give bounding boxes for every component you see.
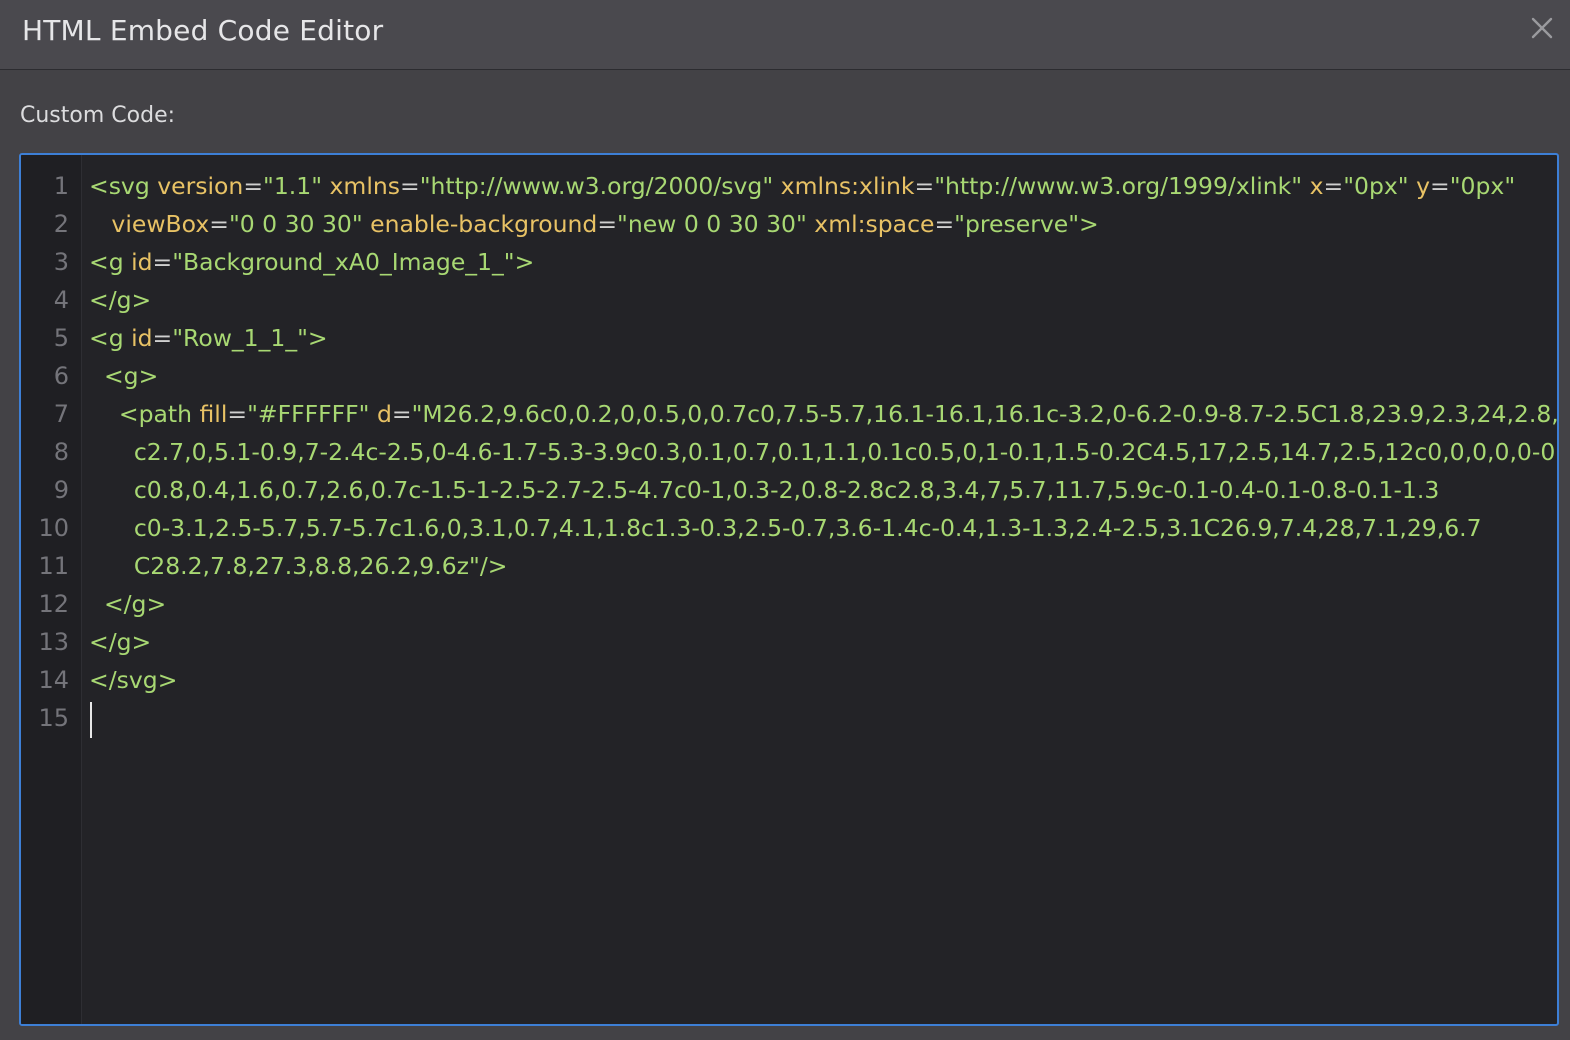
embed-code-dialog: HTML Embed Code Editor Custom Code: 1234… [0, 0, 1570, 1040]
code-line[interactable]: c0.8,0.4,1.6,0.7,2.6,0.7c-1.5-1-2.5-2.7-… [89, 471, 1557, 509]
text-cursor [90, 701, 92, 738]
line-number: 7 [53, 400, 69, 428]
code-line[interactable]: </g> [89, 585, 1557, 623]
line-number: 2 [53, 210, 69, 238]
code-line[interactable]: <g id="Row_1_1_"> [89, 319, 1557, 357]
code-line[interactable]: <path fill="#FFFFFF" d="M26.2,9.6c0,0.2,… [89, 395, 1557, 433]
line-number: 11 [38, 552, 69, 580]
code-line[interactable]: c0-3.1,2.5-5.7,5.7-5.7c1.6,0,3.1,0.7,4.1… [89, 509, 1557, 547]
line-number: 12 [38, 590, 69, 618]
line-number: 15 [38, 704, 69, 732]
line-number: 13 [38, 628, 69, 656]
code-content[interactable]: <svg version="1.1" xmlns="http://www.w3.… [89, 167, 1557, 738]
code-line[interactable]: C28.2,7.8,27.3,8.8,26.2,9.6z"/> [89, 547, 1557, 585]
close-button[interactable] [1528, 14, 1556, 42]
line-number: 14 [38, 666, 69, 694]
close-icon [1531, 17, 1553, 39]
custom-code-label: Custom Code: [20, 103, 176, 128]
line-number: 5 [53, 324, 69, 352]
line-number-gutter: 1 2 3 4 5 6 7 8 9 10 11 12 13 14 15 [21, 155, 82, 1024]
code-editor[interactable]: 1 2 3 4 5 6 7 8 9 10 11 12 13 14 15 <svg version="1.1"… [19, 153, 1559, 1026]
line-number: 10 [38, 514, 69, 542]
line-number: 1 [53, 172, 69, 200]
line-number: 8 [53, 438, 69, 466]
code-line[interactable]: </svg> [89, 661, 1557, 699]
line-number: 3 [53, 248, 69, 276]
dialog-titlebar: HTML Embed Code Editor [0, 0, 1570, 70]
code-line[interactable]: </g> [89, 281, 1557, 319]
line-number: 6 [53, 362, 69, 390]
code-line[interactable] [89, 699, 1557, 738]
code-line[interactable]: </g> [89, 623, 1557, 661]
line-number: 4 [53, 286, 69, 314]
code-line[interactable]: <g id="Background_xA0_Image_1_"> [89, 243, 1557, 281]
dialog-title: HTML Embed Code Editor [22, 14, 384, 47]
line-number: 9 [53, 476, 69, 504]
code-line[interactable]: viewBox="0 0 30 30" enable-background="n… [89, 205, 1557, 243]
code-line[interactable]: <svg version="1.1" xmlns="http://www.w3.… [89, 167, 1557, 205]
code-line[interactable]: c2.7,0,5.1-0.9,7-2.4c-2.5,0-4.6-1.7-5.3-… [89, 433, 1557, 471]
code-line[interactable]: <g> [89, 357, 1557, 395]
